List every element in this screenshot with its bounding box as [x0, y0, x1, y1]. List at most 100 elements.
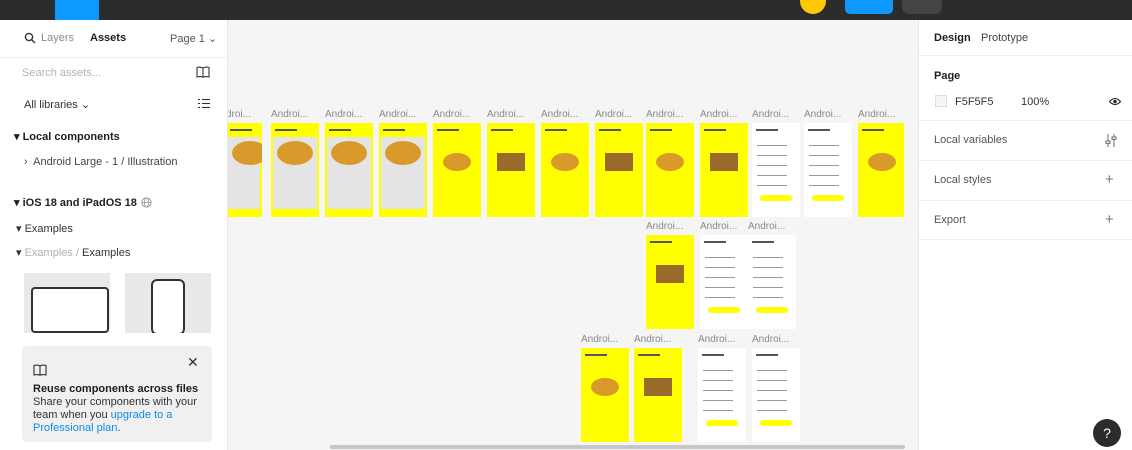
- export-row[interactable]: Export +: [919, 200, 1132, 240]
- component-item[interactable]: › Android Large - 1 / Illustration: [24, 156, 177, 168]
- android-frame[interactable]: [752, 123, 800, 217]
- horizontal-scrollbar[interactable]: [330, 445, 905, 449]
- frame-label[interactable]: Androi...: [700, 109, 737, 120]
- android-frame[interactable]: [379, 123, 427, 217]
- frame-label[interactable]: Androi...: [698, 334, 735, 345]
- android-frame[interactable]: [581, 348, 629, 442]
- search-input[interactable]: [22, 65, 172, 81]
- eye-icon[interactable]: [1109, 97, 1121, 106]
- android-frame[interactable]: [698, 348, 746, 442]
- android-frame[interactable]: [634, 348, 682, 442]
- android-frame[interactable]: [595, 123, 643, 217]
- tab-layers[interactable]: Layers: [41, 32, 74, 44]
- add-style-icon[interactable]: +: [1105, 171, 1114, 188]
- path-separator: /: [72, 247, 83, 259]
- properties-tabs: Design Prototype: [919, 20, 1132, 56]
- frame-label[interactable]: Androi...: [752, 334, 789, 345]
- local-variables-label: Local variables: [934, 134, 1008, 146]
- page-color-swatch[interactable]: [935, 95, 947, 107]
- list-view-icon[interactable]: [198, 98, 210, 109]
- tab-design[interactable]: Design: [934, 32, 971, 44]
- submit-button: [708, 307, 740, 313]
- frame-label[interactable]: Androi...: [541, 109, 578, 120]
- frame-label[interactable]: Androi...: [581, 334, 618, 345]
- tab-prototype[interactable]: Prototype: [981, 32, 1028, 44]
- panel-tabs: Layers Assets Page 1 ⌄: [0, 20, 228, 58]
- android-frame[interactable]: [700, 123, 748, 217]
- form-field: [705, 297, 735, 298]
- local-components-section[interactable]: ▾ Local components: [14, 130, 120, 143]
- promo-title: Reuse components across files: [33, 383, 199, 395]
- form-field: [705, 267, 735, 268]
- android-frame[interactable]: [433, 123, 481, 217]
- frame-label[interactable]: Androi...: [271, 109, 308, 120]
- add-export-icon[interactable]: +: [1105, 211, 1114, 228]
- close-icon[interactable]: ✕: [187, 354, 199, 371]
- frame-label[interactable]: Androi...: [646, 221, 683, 232]
- phone-illustration: [151, 279, 185, 333]
- form-field: [757, 410, 787, 411]
- tablet-component-thumbnail[interactable]: [24, 273, 110, 333]
- frame-header: [752, 241, 774, 243]
- page-opacity-input[interactable]: 100%: [1021, 96, 1049, 108]
- frame-label[interactable]: Androi...: [646, 109, 683, 120]
- path-child: Examples: [82, 247, 131, 259]
- android-frame[interactable]: [325, 123, 373, 217]
- variables-icon[interactable]: [1105, 134, 1117, 147]
- android-frame[interactable]: [700, 235, 748, 329]
- frame-label[interactable]: Androi...: [634, 334, 671, 345]
- frame-label[interactable]: Androi...: [752, 109, 789, 120]
- page-selector[interactable]: Page 1 ⌄: [170, 32, 217, 45]
- tab-assets[interactable]: Assets: [90, 32, 126, 44]
- frame-header: [756, 129, 778, 131]
- ios-library-section[interactable]: ▾ iOS 18 and iPadOS 18: [14, 196, 152, 209]
- product-image: [710, 153, 738, 171]
- android-frame[interactable]: [858, 123, 904, 217]
- share-button[interactable]: [845, 0, 893, 14]
- form-field: [705, 257, 735, 258]
- frame-label[interactable]: Androi...: [700, 221, 737, 232]
- form-field: [753, 287, 783, 288]
- active-tool-button[interactable]: [55, 0, 99, 20]
- all-libraries-dropdown[interactable]: All libraries ⌄: [24, 98, 90, 111]
- frame-label[interactable]: Androi...: [748, 221, 785, 232]
- frame-header: [702, 354, 724, 356]
- android-frame[interactable]: [752, 348, 800, 442]
- help-button[interactable]: ?: [1093, 419, 1121, 447]
- frame-label[interactable]: droi...: [228, 109, 251, 120]
- android-frame[interactable]: [228, 123, 262, 217]
- form-field: [753, 257, 783, 258]
- examples-path[interactable]: ▾ Examples / Examples: [16, 246, 130, 259]
- frame-label[interactable]: Androi...: [433, 109, 470, 120]
- android-frame[interactable]: [748, 235, 796, 329]
- submit-button: [760, 420, 792, 426]
- export-label: Export: [934, 214, 966, 226]
- examples-section[interactable]: ▾ Examples: [16, 222, 73, 235]
- frame-label[interactable]: Androi...: [804, 109, 841, 120]
- product-image: [605, 153, 633, 171]
- android-frame[interactable]: [487, 123, 535, 217]
- local-variables-row[interactable]: Local variables: [919, 120, 1132, 160]
- android-frame[interactable]: [271, 123, 319, 217]
- frame-header: [329, 129, 351, 131]
- search-icon[interactable]: [24, 32, 36, 44]
- zoom-menu[interactable]: [902, 0, 942, 14]
- frame-label[interactable]: Androi...: [595, 109, 632, 120]
- android-frame[interactable]: [646, 123, 694, 217]
- food-image: [232, 141, 262, 165]
- design-canvas[interactable]: droi... Androi... Androi... Androi... Androi…: [228, 20, 918, 450]
- page-color-input[interactable]: F5F5F5: [955, 96, 994, 108]
- frame-label[interactable]: Androi...: [487, 109, 524, 120]
- user-avatar[interactable]: [800, 0, 826, 14]
- frame-label[interactable]: Androi...: [858, 109, 895, 120]
- local-styles-row[interactable]: Local styles +: [919, 160, 1132, 200]
- android-frame[interactable]: [646, 235, 694, 329]
- library-book-icon[interactable]: [196, 66, 210, 78]
- android-frame[interactable]: [541, 123, 589, 217]
- phone-component-thumbnail[interactable]: [125, 273, 211, 333]
- frame-label[interactable]: Androi...: [379, 109, 416, 120]
- form-field: [809, 185, 839, 186]
- android-frame[interactable]: [804, 123, 852, 217]
- frame-label[interactable]: Androi...: [325, 109, 362, 120]
- frame-header: [704, 241, 726, 243]
